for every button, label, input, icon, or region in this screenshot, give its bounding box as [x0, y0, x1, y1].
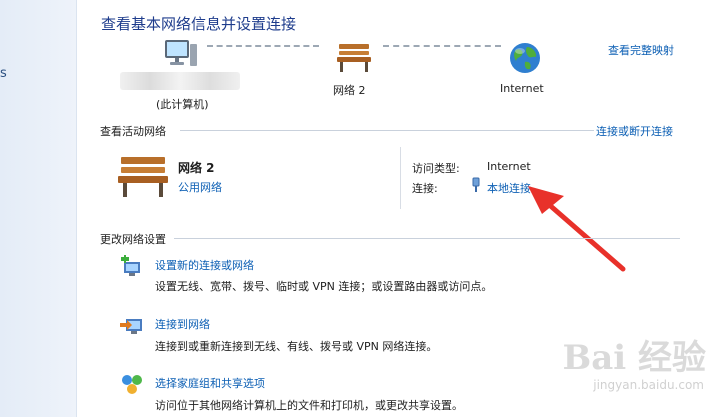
- internet-globe-icon[interactable]: [508, 41, 542, 75]
- access-type-label: 访问类型:: [412, 162, 460, 175]
- connection-label: 连接:: [412, 182, 438, 195]
- bench-network-icon-large[interactable]: [117, 155, 171, 199]
- connect-network-icon: [120, 319, 142, 334]
- homegroup-icon: [122, 375, 142, 394]
- new-connection-icon: [121, 255, 140, 276]
- baidu-watermark-url: jingyan.baidu.com: [593, 378, 704, 392]
- baidu-watermark: Bai 经验: [562, 338, 706, 378]
- redacted-computer-name: [120, 72, 240, 90]
- change-settings-rule: [174, 238, 680, 239]
- connect-disconnect-link[interactable]: 连接或断开连接: [596, 123, 673, 139]
- access-type-value: Internet: [487, 160, 531, 173]
- this-computer-label: (此计算机): [156, 98, 209, 111]
- bench-network-icon[interactable]: [336, 42, 374, 74]
- map-internet-label: Internet: [500, 82, 544, 95]
- active-network-name: 网络 2: [178, 161, 215, 175]
- connect-to-network-desc: 连接到或重新连接到无线、有线、拨号或 VPN 网络连接。: [155, 340, 438, 353]
- left-navigation-pane: s: [0, 0, 77, 417]
- active-networks-rule: [180, 130, 594, 131]
- page-title: 查看基本网络信息并设置连接: [101, 15, 297, 33]
- homegroup-sharing-desc: 访问位于其他网络计算机上的文件和打印机，或更改共享设置。: [155, 399, 463, 412]
- map-network-label: 网络 2: [333, 84, 366, 97]
- active-networks-heading: 查看活动网络: [100, 125, 166, 138]
- computer-icon: [165, 40, 197, 66]
- active-networks-divider: [400, 147, 401, 209]
- connect-to-network-link[interactable]: 连接到网络: [155, 316, 210, 332]
- setup-new-connection-link[interactable]: 设置新的连接或网络: [155, 257, 254, 273]
- view-full-map-link[interactable]: 查看完整映射: [608, 42, 674, 58]
- homegroup-sharing-link[interactable]: 选择家庭组和共享选项: [155, 375, 265, 391]
- map-link-line-2: [383, 45, 501, 47]
- setup-new-connection-desc: 设置无线、宽带、拨号、临时或 VPN 连接；或设置路由器或访问点。: [155, 280, 493, 293]
- change-settings-heading: 更改网络设置: [100, 233, 166, 246]
- left-pane-glyph: s: [0, 66, 7, 81]
- annotation-arrow: [528, 186, 626, 272]
- network-type-link[interactable]: 公用网络: [178, 179, 222, 195]
- ethernet-plug-icon: [472, 177, 480, 192]
- map-link-line-1: [207, 45, 319, 47]
